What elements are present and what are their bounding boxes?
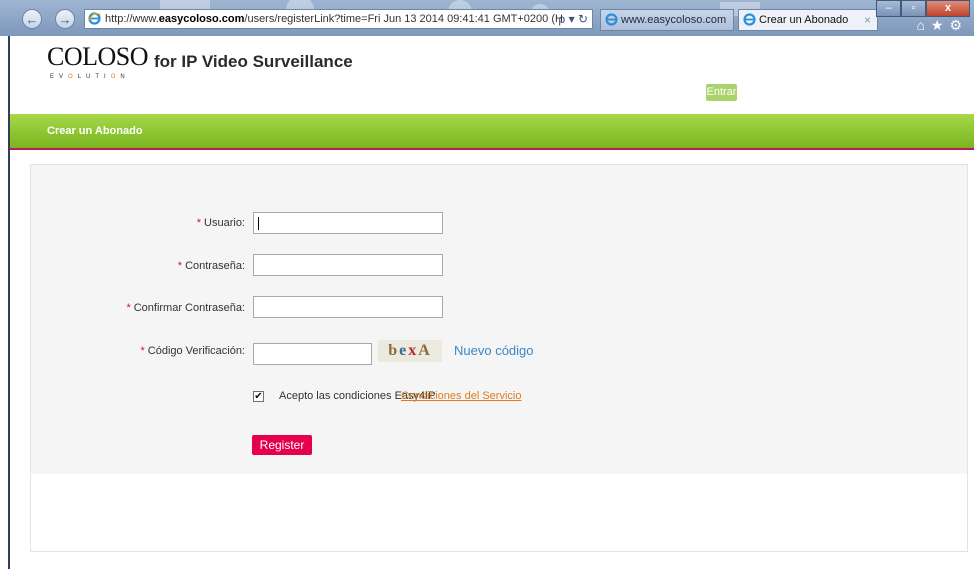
confirm-password-label: * Confirmar Contraseña:	[31, 302, 245, 314]
forward-arrow-icon: →	[58, 12, 72, 27]
site-header: COLOSO EVOLUTION for IP Video Surveillan…	[10, 36, 974, 114]
ie-logo-icon	[605, 13, 618, 26]
password-label: * Contraseña:	[31, 260, 245, 272]
url-domain: easycoloso.com	[158, 13, 245, 25]
tab-label: www.easycoloso.com	[621, 14, 727, 26]
text-caret	[258, 217, 259, 230]
back-arrow-icon: ←	[25, 12, 39, 27]
logo-subtitle: EVOLUTION	[50, 74, 130, 80]
register-button[interactable]: Register	[252, 435, 312, 455]
label-text: Confirmar Contraseña:	[133, 302, 245, 314]
register-card: * Usuario: * Contraseña: * Confirmar Contra…	[30, 164, 968, 552]
captcha-char: A	[418, 342, 432, 359]
required-mark: *	[140, 345, 145, 357]
logo-sub-part: O	[110, 74, 121, 80]
url-prefix: http://www.	[105, 13, 159, 25]
close-window-button[interactable]: x	[926, 0, 970, 17]
password-input[interactable]	[253, 254, 443, 276]
address-tools-icon[interactable]: ρ ▾ ↻	[558, 10, 588, 28]
page-title-bar: Crear un Abonado	[10, 114, 974, 150]
required-mark: *	[177, 260, 183, 272]
logo-sub-part: N	[120, 74, 130, 80]
required-mark: *	[196, 217, 202, 229]
ie-logo-icon	[88, 12, 101, 25]
verification-code-input[interactable]	[253, 343, 372, 365]
verification-code-label: * Código Verificación:	[31, 345, 245, 357]
logo-sub-part: EV	[50, 74, 69, 80]
label-text: Código Verificación:	[147, 345, 245, 357]
tab-crear-abonado[interactable]: Crear un Abonado ×	[738, 9, 878, 31]
new-code-link[interactable]: Nuevo código	[454, 343, 534, 358]
tab-easycoloso[interactable]: www.easycoloso.com	[600, 9, 734, 31]
confirm-password-input[interactable]	[253, 296, 443, 318]
logo-sub-part: O	[68, 74, 78, 80]
forward-button[interactable]: →	[55, 9, 75, 29]
captcha-image: bexA	[378, 340, 442, 362]
captcha-char: b	[388, 342, 400, 359]
label-text: Usuario:	[204, 217, 245, 229]
back-button[interactable]: ←	[22, 9, 42, 29]
ie-logo-icon	[743, 13, 756, 26]
site-tagline: for IP Video Surveillance	[154, 52, 353, 71]
logo-sub-part: LUTI	[77, 74, 111, 80]
coloso-logo: COLOSO	[47, 42, 149, 71]
web-page: COLOSO EVOLUTION for IP Video Surveillan…	[0, 36, 974, 569]
required-mark: *	[126, 302, 131, 314]
address-bar[interactable]: http://www.easycoloso.com/users/register…	[84, 9, 593, 29]
register-form: * Usuario: * Contraseña: * Confirmar Contra…	[31, 165, 967, 474]
login-button[interactable]: Entrar	[706, 84, 737, 101]
browser-chrome: ← → http://www.easycoloso.com/users/regi…	[0, 0, 974, 36]
window-controls: – ▫ x	[876, 0, 970, 18]
captcha-char: e	[399, 342, 409, 359]
page-title: Crear un Abonado	[47, 125, 143, 137]
tab-label: Crear un Abonado	[759, 14, 849, 26]
label-text: Contraseña:	[185, 260, 245, 272]
home-favorites-tools-icon[interactable]: ⌂★⚙	[916, 17, 968, 34]
username-input[interactable]	[253, 212, 443, 234]
terms-of-service-link[interactable]: Condiciones del Servicio	[401, 390, 521, 402]
accept-terms-checkbox[interactable]: ✔	[253, 391, 264, 402]
minimize-button[interactable]: –	[876, 0, 901, 17]
address-url: http://www.easycoloso.com/users/register…	[105, 10, 563, 28]
username-label: * Usuario:	[31, 217, 245, 229]
url-path: /users/registerLink?time=Fri Jun 13 2014…	[244, 13, 563, 25]
maximize-button[interactable]: ▫	[901, 0, 926, 17]
tab-close-icon[interactable]: ×	[864, 10, 871, 30]
captcha-char: x	[408, 342, 419, 359]
